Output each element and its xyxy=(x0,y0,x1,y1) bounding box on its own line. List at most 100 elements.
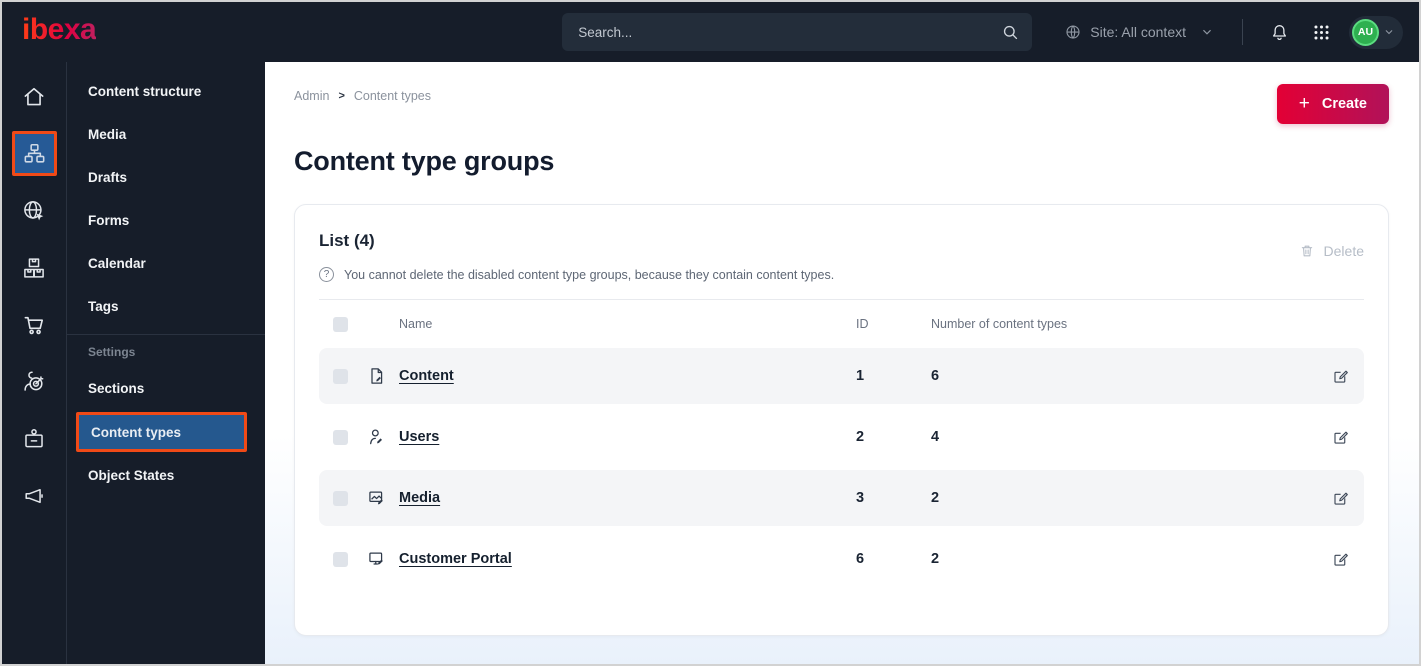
select-all-checkbox[interactable] xyxy=(333,316,348,332)
sidebar-item-label: Forms xyxy=(88,213,130,228)
sidebar-item-content-structure[interactable]: Content structure xyxy=(67,70,265,113)
delete-button[interactable]: Delete xyxy=(1299,231,1364,259)
site-context-label: Site: All context xyxy=(1090,24,1186,40)
breadcrumb: Admin > Content types xyxy=(294,84,431,103)
breadcrumb-separator-icon: > xyxy=(338,90,345,102)
user-menu[interactable]: AU xyxy=(1349,15,1403,49)
sidebar-item-label: Object States xyxy=(88,468,175,483)
edit-icon xyxy=(1332,489,1350,507)
audience-target-icon xyxy=(21,369,47,395)
group-id: 1 xyxy=(856,368,865,384)
sidebar-item-label: Drafts xyxy=(88,170,128,185)
group-count: 6 xyxy=(931,368,940,384)
column-header-id: ID xyxy=(856,317,869,331)
chevron-down-icon xyxy=(1383,26,1395,38)
edit-row-button[interactable] xyxy=(1330,365,1352,387)
delete-button-label: Delete xyxy=(1323,243,1364,259)
edit-icon xyxy=(1332,428,1350,446)
group-count: 4 xyxy=(931,429,940,445)
list-title: List (4) xyxy=(319,231,375,250)
table-row: Customer Portal 6 2 xyxy=(319,531,1364,587)
cart-icon xyxy=(21,312,47,338)
edit-icon xyxy=(1332,550,1350,568)
global-search[interactable] xyxy=(562,13,1033,51)
sidebar-item-calendar[interactable]: Calendar xyxy=(67,242,265,285)
sidebar-item-forms[interactable]: Forms xyxy=(67,199,265,242)
sidebar-item-label: Content structure xyxy=(88,84,202,99)
column-header-count: Number of content types xyxy=(931,317,1068,331)
sidebar-item-label: Tags xyxy=(88,299,119,314)
group-count: 2 xyxy=(931,551,940,567)
table-row: Users 2 4 xyxy=(319,409,1364,465)
rail-item-dashboard[interactable] xyxy=(6,68,63,125)
plus-icon: + xyxy=(1298,92,1310,114)
sidebar-item-sections[interactable]: Sections xyxy=(67,367,265,410)
icon-rail xyxy=(2,62,67,664)
breadcrumb-admin[interactable]: Admin xyxy=(294,89,329,103)
create-button-label: Create xyxy=(1321,96,1367,112)
sidebar-section-settings: Settings xyxy=(88,345,136,359)
sidebar-item-label: Sections xyxy=(88,381,145,396)
app-grid-icon xyxy=(1312,23,1331,42)
group-count: 2 xyxy=(931,490,940,506)
rail-item-commerce[interactable] xyxy=(6,296,63,353)
sidebar-item-tags[interactable]: Tags xyxy=(67,285,265,328)
info-message: ? You cannot delete the disabled content… xyxy=(319,267,1364,282)
app-window: ibexa Site: All context xyxy=(0,0,1421,666)
sidebar-menu: Content structure Media Drafts Forms Cal… xyxy=(67,62,265,664)
file-edit-icon xyxy=(355,366,399,386)
row-checkbox[interactable] xyxy=(333,429,348,445)
avatar: AU xyxy=(1352,18,1379,46)
edit-row-button[interactable] xyxy=(1330,426,1352,448)
search-icon[interactable] xyxy=(1001,23,1020,42)
table-row: Media 3 2 xyxy=(319,470,1364,526)
group-link-content[interactable]: Content xyxy=(399,368,454,384)
create-button[interactable]: + Create xyxy=(1276,84,1389,124)
group-link-users[interactable]: Users xyxy=(399,429,439,445)
notifications-button[interactable] xyxy=(1265,18,1294,47)
megaphone-icon xyxy=(21,483,47,509)
main-content: Admin > Content types + Create Content t… xyxy=(265,62,1419,664)
sidebar-item-label: Calendar xyxy=(88,256,146,271)
row-checkbox[interactable] xyxy=(333,551,348,567)
row-checkbox[interactable] xyxy=(333,368,348,384)
column-header-name: Name xyxy=(399,317,433,331)
edit-row-button[interactable] xyxy=(1330,487,1352,509)
rail-item-campaigns[interactable] xyxy=(6,467,63,524)
rail-item-site[interactable] xyxy=(6,182,63,239)
rail-item-personalization[interactable] xyxy=(6,353,63,410)
group-link-customer-portal[interactable]: Customer Portal xyxy=(399,551,512,567)
sidebar-item-object-states[interactable]: Object States xyxy=(67,454,265,497)
info-text: You cannot delete the disabled content t… xyxy=(344,267,835,282)
sidebar-item-label: Content types xyxy=(91,424,182,440)
sidebar-item-media[interactable]: Media xyxy=(67,113,265,156)
edit-row-button[interactable] xyxy=(1330,548,1352,570)
user-edit-icon xyxy=(355,427,399,447)
packages-icon xyxy=(21,255,47,281)
bell-icon xyxy=(1269,22,1290,43)
rail-item-admin[interactable] xyxy=(6,410,63,467)
rail-item-content[interactable] xyxy=(6,125,63,182)
search-input[interactable] xyxy=(578,24,1002,40)
site-context-dropdown[interactable]: Site: All context xyxy=(1064,23,1214,41)
sidebar-item-label: Media xyxy=(88,127,127,142)
sidebar-item-content-types[interactable]: Content types xyxy=(76,412,247,452)
table-header: Name ID Number of content types xyxy=(319,300,1364,348)
globe-icon xyxy=(1064,23,1082,41)
topbar-divider xyxy=(1242,19,1243,45)
help-icon: ? xyxy=(319,267,334,282)
id-badge-icon xyxy=(21,426,47,452)
top-bar: ibexa Site: All context xyxy=(2,2,1419,62)
sidebar-divider xyxy=(67,334,265,335)
row-checkbox[interactable] xyxy=(333,490,348,506)
image-edit-icon xyxy=(355,488,399,508)
sidebar-item-drafts[interactable]: Drafts xyxy=(67,156,265,199)
home-icon xyxy=(21,84,47,110)
rail-item-products[interactable] xyxy=(6,239,63,296)
edit-icon xyxy=(1332,367,1350,385)
trash-icon xyxy=(1299,243,1315,259)
group-link-media[interactable]: Media xyxy=(399,490,440,506)
apps-menu-button[interactable] xyxy=(1308,19,1335,46)
table-row: Content 1 6 xyxy=(319,348,1364,404)
ibexa-logo[interactable]: ibexa xyxy=(22,15,97,49)
